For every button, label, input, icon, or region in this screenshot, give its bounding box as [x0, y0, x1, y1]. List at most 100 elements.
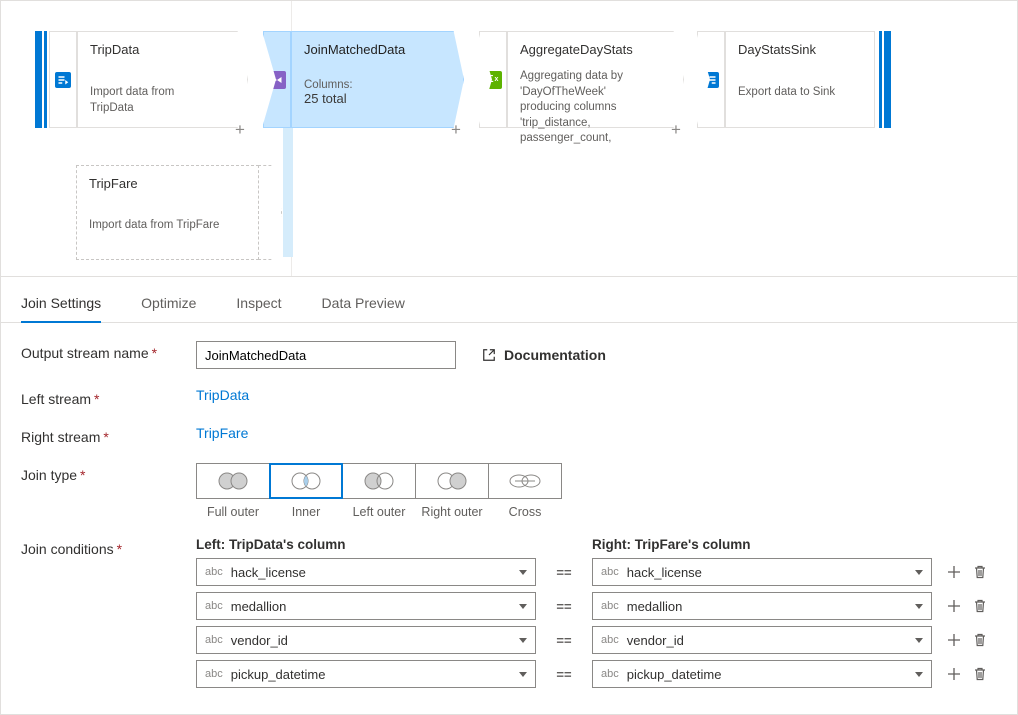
right-column-select[interactable]: abcvendor_id	[592, 626, 932, 654]
chevron-down-icon	[915, 604, 923, 609]
equals-operator: ==	[536, 633, 592, 648]
add-branch-button[interactable]: +	[451, 120, 461, 140]
join-conditions-headers: Left: TripData's column Right: TripFare'…	[196, 537, 997, 552]
chevron-out	[222, 31, 248, 128]
type-abc-icon: abc	[205, 566, 223, 578]
tab-inspect[interactable]: Inspect	[236, 287, 281, 322]
join-condition-row: abcvendor_id == abcvendor_id	[196, 626, 997, 654]
type-abc-icon: abc	[601, 634, 619, 646]
venn-full-icon	[213, 470, 253, 492]
sink-rail	[879, 31, 882, 128]
join-condition-row: abcpickup_datetime == abcpickup_datetime	[196, 660, 997, 688]
node-tripfare[interactable]: TripFare Import data from TripFare	[76, 165, 259, 260]
venn-cross-icon	[505, 470, 545, 492]
delete-condition-button[interactable]	[972, 564, 988, 580]
add-condition-button[interactable]	[946, 666, 962, 682]
join-type-group	[196, 463, 997, 499]
settings-tabs: Join Settings Optimize Inspect Data Prev…	[1, 277, 1017, 323]
equals-operator: ==	[536, 599, 592, 614]
type-abc-icon: abc	[601, 668, 619, 680]
delete-condition-button[interactable]	[972, 598, 988, 614]
output-stream-label: Output stream name*	[21, 341, 196, 361]
canvas-bottom-divider	[1, 276, 1017, 277]
add-condition-button[interactable]	[946, 598, 962, 614]
join-type-inner[interactable]	[269, 463, 343, 499]
source-rail	[44, 31, 47, 128]
join-settings-form: Output stream name* Documentation Left s…	[1, 323, 1017, 714]
node-desc: Import data from TripFare	[89, 219, 246, 231]
node-joinmatcheddata[interactable]: JoinMatchedData Columns: 25 total	[291, 31, 439, 128]
import-icon	[55, 72, 71, 88]
join-type-cross[interactable]	[488, 463, 562, 499]
node-columns-label: Columns:	[304, 79, 426, 91]
venn-inner-icon	[286, 470, 326, 492]
left-stream-link[interactable]: TripData	[196, 387, 249, 403]
add-condition-button[interactable]	[946, 564, 962, 580]
node-daystatssink[interactable]: DayStatsSink Export data to Sink	[725, 31, 875, 128]
right-column-select[interactable]: abchack_license	[592, 558, 932, 586]
left-column-select[interactable]: abcmedallion	[196, 592, 536, 620]
chevron-out	[438, 31, 464, 128]
source-icon-box	[49, 31, 77, 128]
join-type-left-outer[interactable]	[342, 463, 416, 499]
left-column-select[interactable]: abcpickup_datetime	[196, 660, 536, 688]
chevron-down-icon	[915, 570, 923, 575]
tab-data-preview[interactable]: Data Preview	[322, 287, 405, 322]
documentation-link[interactable]: Documentation	[482, 347, 606, 363]
add-branch-button[interactable]: +	[671, 120, 681, 140]
tab-join-settings[interactable]: Join Settings	[21, 287, 101, 323]
left-stream-label: Left stream*	[21, 387, 196, 407]
right-column-select[interactable]: abcmedallion	[592, 592, 932, 620]
delete-condition-button[interactable]	[972, 666, 988, 682]
type-abc-icon: abc	[205, 634, 223, 646]
type-abc-icon: abc	[205, 668, 223, 680]
chevron-down-icon	[519, 604, 527, 609]
node-title: AggregateDayStats	[520, 42, 646, 57]
sink-rail	[884, 31, 891, 128]
left-column-select[interactable]: abcvendor_id	[196, 626, 536, 654]
add-branch-button[interactable]: +	[235, 120, 245, 140]
chevron-down-icon	[915, 672, 923, 677]
join-type-labels: Full outer Inner Left outer Right outer …	[196, 505, 997, 519]
node-title: DayStatsSink	[738, 42, 862, 57]
equals-operator: ==	[536, 565, 592, 580]
connector	[283, 128, 293, 257]
chevron-out	[658, 31, 684, 128]
join-condition-row: abcmedallion == abcmedallion	[196, 592, 997, 620]
chevron-down-icon	[519, 570, 527, 575]
venn-right-icon	[432, 470, 472, 492]
right-stream-link[interactable]: TripFare	[196, 425, 248, 441]
join-conditions-label: Join conditions*	[21, 537, 196, 557]
node-desc: Export data to Sink	[738, 85, 862, 101]
chevron-down-icon	[519, 638, 527, 643]
node-title: TripData	[90, 42, 210, 57]
add-condition-button[interactable]	[946, 632, 962, 648]
chevron-out	[258, 165, 282, 260]
delete-condition-button[interactable]	[972, 632, 988, 648]
node-tripdata[interactable]: TripData Import data from TripData	[77, 31, 223, 128]
right-stream-label: Right stream*	[21, 425, 196, 445]
chevron-down-icon	[915, 638, 923, 643]
node-title: JoinMatchedData	[304, 42, 426, 57]
node-desc: Aggregating data by 'DayOfTheWeek' produ…	[520, 69, 646, 147]
node-columns-value: 25 total	[304, 91, 426, 106]
node-title: TripFare	[89, 176, 246, 191]
node-desc: Import data from TripData	[90, 85, 210, 116]
right-column-select[interactable]: abcpickup_datetime	[592, 660, 932, 688]
type-abc-icon: abc	[601, 566, 619, 578]
type-abc-icon: abc	[205, 600, 223, 612]
venn-left-icon	[359, 470, 399, 492]
tab-optimize[interactable]: Optimize	[141, 287, 196, 322]
join-type-right-outer[interactable]	[415, 463, 489, 499]
node-aggregatedaystats[interactable]: AggregateDayStats Aggregating data by 'D…	[507, 31, 659, 128]
external-link-icon	[482, 348, 496, 362]
equals-operator: ==	[536, 667, 592, 682]
join-type-full-outer[interactable]	[196, 463, 270, 499]
output-stream-input[interactable]	[196, 341, 456, 369]
join-condition-row: abchack_license == abchack_license	[196, 558, 997, 586]
source-rail	[35, 31, 42, 128]
chevron-down-icon	[519, 672, 527, 677]
flow-canvas[interactable]: TripData Import data from TripData + Joi…	[1, 1, 1017, 277]
left-column-select[interactable]: abchack_license	[196, 558, 536, 586]
join-type-label: Join type*	[21, 463, 196, 483]
